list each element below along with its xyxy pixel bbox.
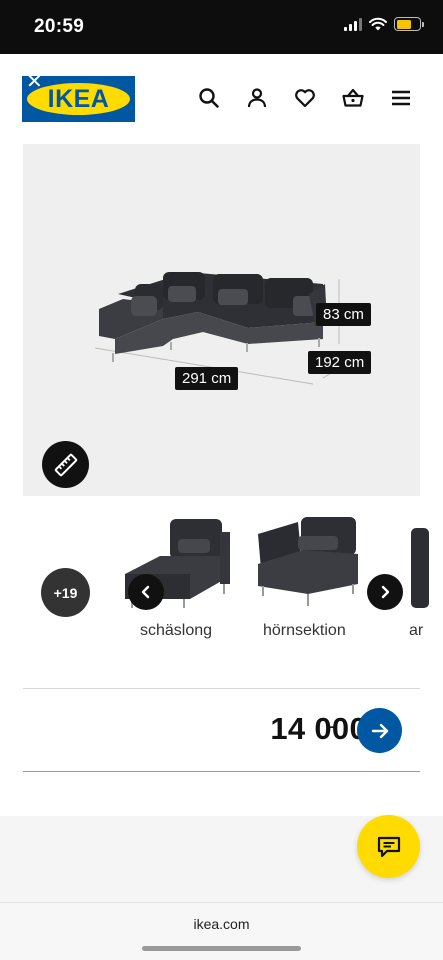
account-icon[interactable] <box>245 86 269 110</box>
more-variants-button[interactable]: +19 <box>41 568 90 617</box>
depth-dimension-label: 192 cm <box>308 351 372 374</box>
menu-icon[interactable] <box>389 86 413 110</box>
variant-label-chaise[interactable]: schäslong <box>140 622 212 640</box>
variant-image-armrest[interactable] <box>409 528 429 618</box>
status-time: 20:59 <box>34 16 85 37</box>
chat-icon <box>377 836 400 857</box>
ikea-logo[interactable]: IKEA ✕ <box>22 72 135 122</box>
carousel-next-button[interactable] <box>367 574 403 610</box>
variant-label-armrest[interactable]: ar <box>409 622 423 640</box>
width-dimension-label: 291 cm <box>175 367 239 390</box>
variant-image-corner[interactable] <box>253 514 363 614</box>
carousel-prev-button[interactable] <box>128 574 164 610</box>
arrow-right-icon <box>371 723 388 738</box>
divider-bottom <box>23 771 420 772</box>
close-icon: ✕ <box>26 71 43 93</box>
status-icons <box>344 17 424 31</box>
height-dimension-label: 83 cm <box>316 303 371 326</box>
product-image[interactable]: 83 cm 192 cm 291 cm <box>23 144 420 496</box>
ruler-icon <box>54 453 77 476</box>
header-actions <box>197 86 413 110</box>
price-suffix: :- <box>325 718 335 734</box>
browser-url[interactable]: ikea.com <box>0 916 443 932</box>
chat-button[interactable] <box>357 815 420 878</box>
divider-top <box>23 688 420 689</box>
home-indicator[interactable] <box>142 946 301 951</box>
variant-label-corner[interactable]: hörnsektion <box>263 622 346 640</box>
chevron-left-icon <box>141 585 150 599</box>
go-to-product-button[interactable] <box>357 708 402 753</box>
cellular-signal-icon <box>344 17 362 31</box>
search-icon[interactable] <box>197 86 221 110</box>
measure-button[interactable] <box>42 441 89 488</box>
heart-icon[interactable] <box>293 86 317 110</box>
variant-carousel[interactable]: +19 schäslong hörnsektion ar <box>23 496 443 686</box>
site-header: IKEA ✕ <box>0 54 443 144</box>
status-bar: 20:59 <box>0 0 443 54</box>
wifi-icon <box>369 17 387 31</box>
price-amount: 14 000 <box>270 711 367 746</box>
basket-icon[interactable] <box>341 86 365 110</box>
browser-address-bar: ikea.com <box>0 902 443 960</box>
chevron-right-icon <box>381 585 390 599</box>
battery-icon <box>394 17 424 31</box>
